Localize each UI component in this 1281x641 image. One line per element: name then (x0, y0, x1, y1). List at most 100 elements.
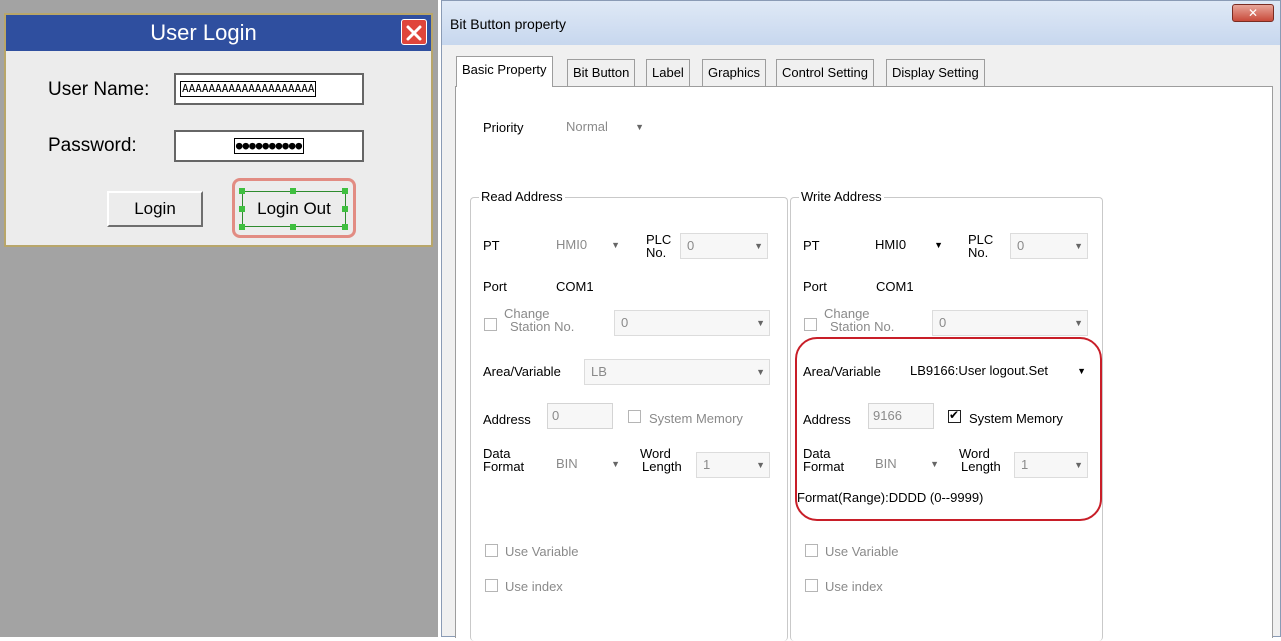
priority-label: Priority (483, 120, 524, 135)
login-button[interactable]: Login (107, 191, 203, 227)
resize-handle[interactable] (239, 224, 245, 230)
read-data-format-select[interactable]: BIN ▼ (550, 452, 624, 478)
tab-display-setting[interactable]: Display Setting (886, 59, 985, 86)
login-title: User Login (150, 20, 257, 45)
password-label: Password: (48, 135, 137, 156)
password-field[interactable]: ●●●●●●●●●● (174, 130, 364, 162)
write-address-input[interactable]: 9166 (868, 403, 934, 429)
chevron-down-icon: ▼ (754, 241, 763, 251)
dialog-titlebar: Bit Button property ✕ (442, 1, 1280, 45)
read-word-length-line2: Length (642, 459, 682, 474)
write-word-length-select[interactable]: 1 ▼ (1014, 452, 1088, 478)
read-plc-select[interactable]: 0 ▼ (680, 233, 768, 259)
read-address-title: Read Address (479, 189, 565, 204)
write-format-range: Format(Range):DDDD (0--9999) (797, 490, 984, 505)
write-address-title: Write Address (799, 189, 884, 204)
user-name-label: User Name: (48, 79, 150, 100)
read-port-value: COM1 (556, 279, 594, 294)
resize-handle[interactable] (239, 206, 245, 212)
chevron-down-icon: ▼ (756, 367, 765, 377)
logout-button[interactable]: Login Out (242, 191, 346, 227)
chevron-down-icon: ▼ (611, 240, 620, 250)
read-use-index-label: Use index (505, 579, 563, 594)
write-word-length-line2: Length (961, 459, 1001, 474)
write-change-station-checkbox[interactable] (804, 318, 817, 331)
chevron-down-icon: ▼ (756, 318, 765, 328)
tab-graphics[interactable]: Graphics (702, 59, 767, 86)
tab-control-setting[interactable]: Control Setting (776, 59, 874, 86)
read-use-variable-label: Use Variable (505, 544, 579, 559)
read-change-station-checkbox[interactable] (484, 318, 497, 331)
write-area-value: LB9166:User logout.Set (910, 363, 1049, 378)
priority-select[interactable]: Normal ▼ (560, 115, 648, 141)
read-system-memory-label: System Memory (649, 411, 743, 426)
read-address-input[interactable]: 0 (547, 403, 613, 429)
bit-button-property-dialog: Bit Button property ✕ Basic Property Bit… (441, 0, 1281, 641)
login-titlebar: User Login (6, 15, 431, 51)
chevron-down-icon: ▼ (1074, 460, 1083, 470)
read-pt-value: HMI0 (556, 237, 588, 252)
chevron-down-icon: ▼ (611, 459, 620, 469)
read-word-length-value: 1 (703, 457, 711, 472)
read-use-variable-checkbox[interactable] (485, 544, 498, 557)
read-data-format-value: BIN (556, 456, 578, 471)
read-pt-label: PT (483, 238, 500, 253)
resize-handle[interactable] (342, 224, 348, 230)
write-address-label: Address (803, 412, 851, 427)
read-system-memory-checkbox[interactable] (628, 410, 641, 423)
write-use-index-checkbox[interactable] (805, 579, 818, 592)
read-data-format-line2: Format (483, 459, 525, 474)
chevron-down-icon: ▼ (635, 122, 644, 132)
read-station-select[interactable]: 0 ▼ (614, 310, 770, 336)
write-system-memory-label: System Memory (969, 411, 1063, 426)
write-use-variable-checkbox[interactable] (805, 544, 818, 557)
write-port-label: Port (803, 279, 827, 294)
resize-handle[interactable] (290, 224, 296, 230)
hmi-preview-panel: User Login User Name: AAAAAAAAAAAAAAAAAA… (0, 0, 438, 637)
resize-handle[interactable] (342, 188, 348, 194)
read-plc-label: PLC No. (646, 233, 671, 259)
write-plc-select[interactable]: 0 ▼ (1010, 233, 1088, 259)
password-value: ●●●●●●●●●● (233, 138, 305, 154)
write-word-length-value: 1 (1021, 457, 1029, 472)
write-pt-select[interactable]: HMI0 ▼ (869, 233, 947, 259)
write-area-select[interactable]: LB9166:User logout.Set ▼ (904, 359, 1090, 385)
chevron-down-icon: ▼ (934, 240, 943, 250)
resize-handle[interactable] (342, 206, 348, 212)
read-plc-label-line2: No. (646, 245, 667, 260)
tab-bit-button[interactable]: Bit Button (567, 59, 636, 86)
write-change-station-line2: Station No. (830, 319, 895, 334)
close-icon[interactable] (401, 19, 427, 45)
write-plc-label: PLC No. (968, 233, 993, 259)
tab-label[interactable]: Label (646, 59, 690, 86)
write-use-index-label: Use index (825, 579, 883, 594)
write-station-select[interactable]: 0 ▼ (932, 310, 1088, 336)
write-station-value: 0 (939, 315, 947, 330)
read-station-value: 0 (621, 315, 629, 330)
read-port-label: Port (483, 279, 507, 294)
write-data-format-select[interactable]: BIN ▼ (869, 452, 943, 478)
close-button[interactable]: ✕ (1232, 4, 1274, 22)
user-name-field[interactable]: AAAAAAAAAAAAAAAAAAAA (174, 73, 364, 105)
read-area-select[interactable]: LB ▼ (584, 359, 770, 385)
read-data-format-label: Data Format (483, 447, 524, 473)
read-change-station-label: Change Station No. (504, 307, 574, 333)
write-word-length-label: Word Length (959, 447, 1001, 473)
read-use-index-checkbox[interactable] (485, 579, 498, 592)
priority-value: Normal (566, 119, 608, 134)
read-address-label: Address (483, 412, 531, 427)
resize-handle[interactable] (290, 188, 296, 194)
chevron-down-icon: ▼ (1074, 318, 1083, 328)
chevron-down-icon: ▼ (1074, 359, 1086, 383)
basic-property-panel: Priority Normal ▼ Read Address PT HMI0 ▼… (455, 86, 1273, 641)
read-area-value: LB (591, 364, 607, 379)
write-use-variable-label: Use Variable (825, 544, 899, 559)
write-data-format-value: BIN (875, 456, 897, 471)
read-word-length-select[interactable]: 1 ▼ (696, 452, 770, 478)
read-pt-select[interactable]: HMI0 ▼ (550, 233, 624, 259)
write-system-memory-checkbox[interactable] (948, 408, 961, 423)
write-pt-value: HMI0 (875, 237, 907, 252)
resize-handle[interactable] (239, 188, 245, 194)
tab-basic-property[interactable]: Basic Property (456, 56, 553, 87)
write-port-value: COM1 (876, 279, 914, 294)
